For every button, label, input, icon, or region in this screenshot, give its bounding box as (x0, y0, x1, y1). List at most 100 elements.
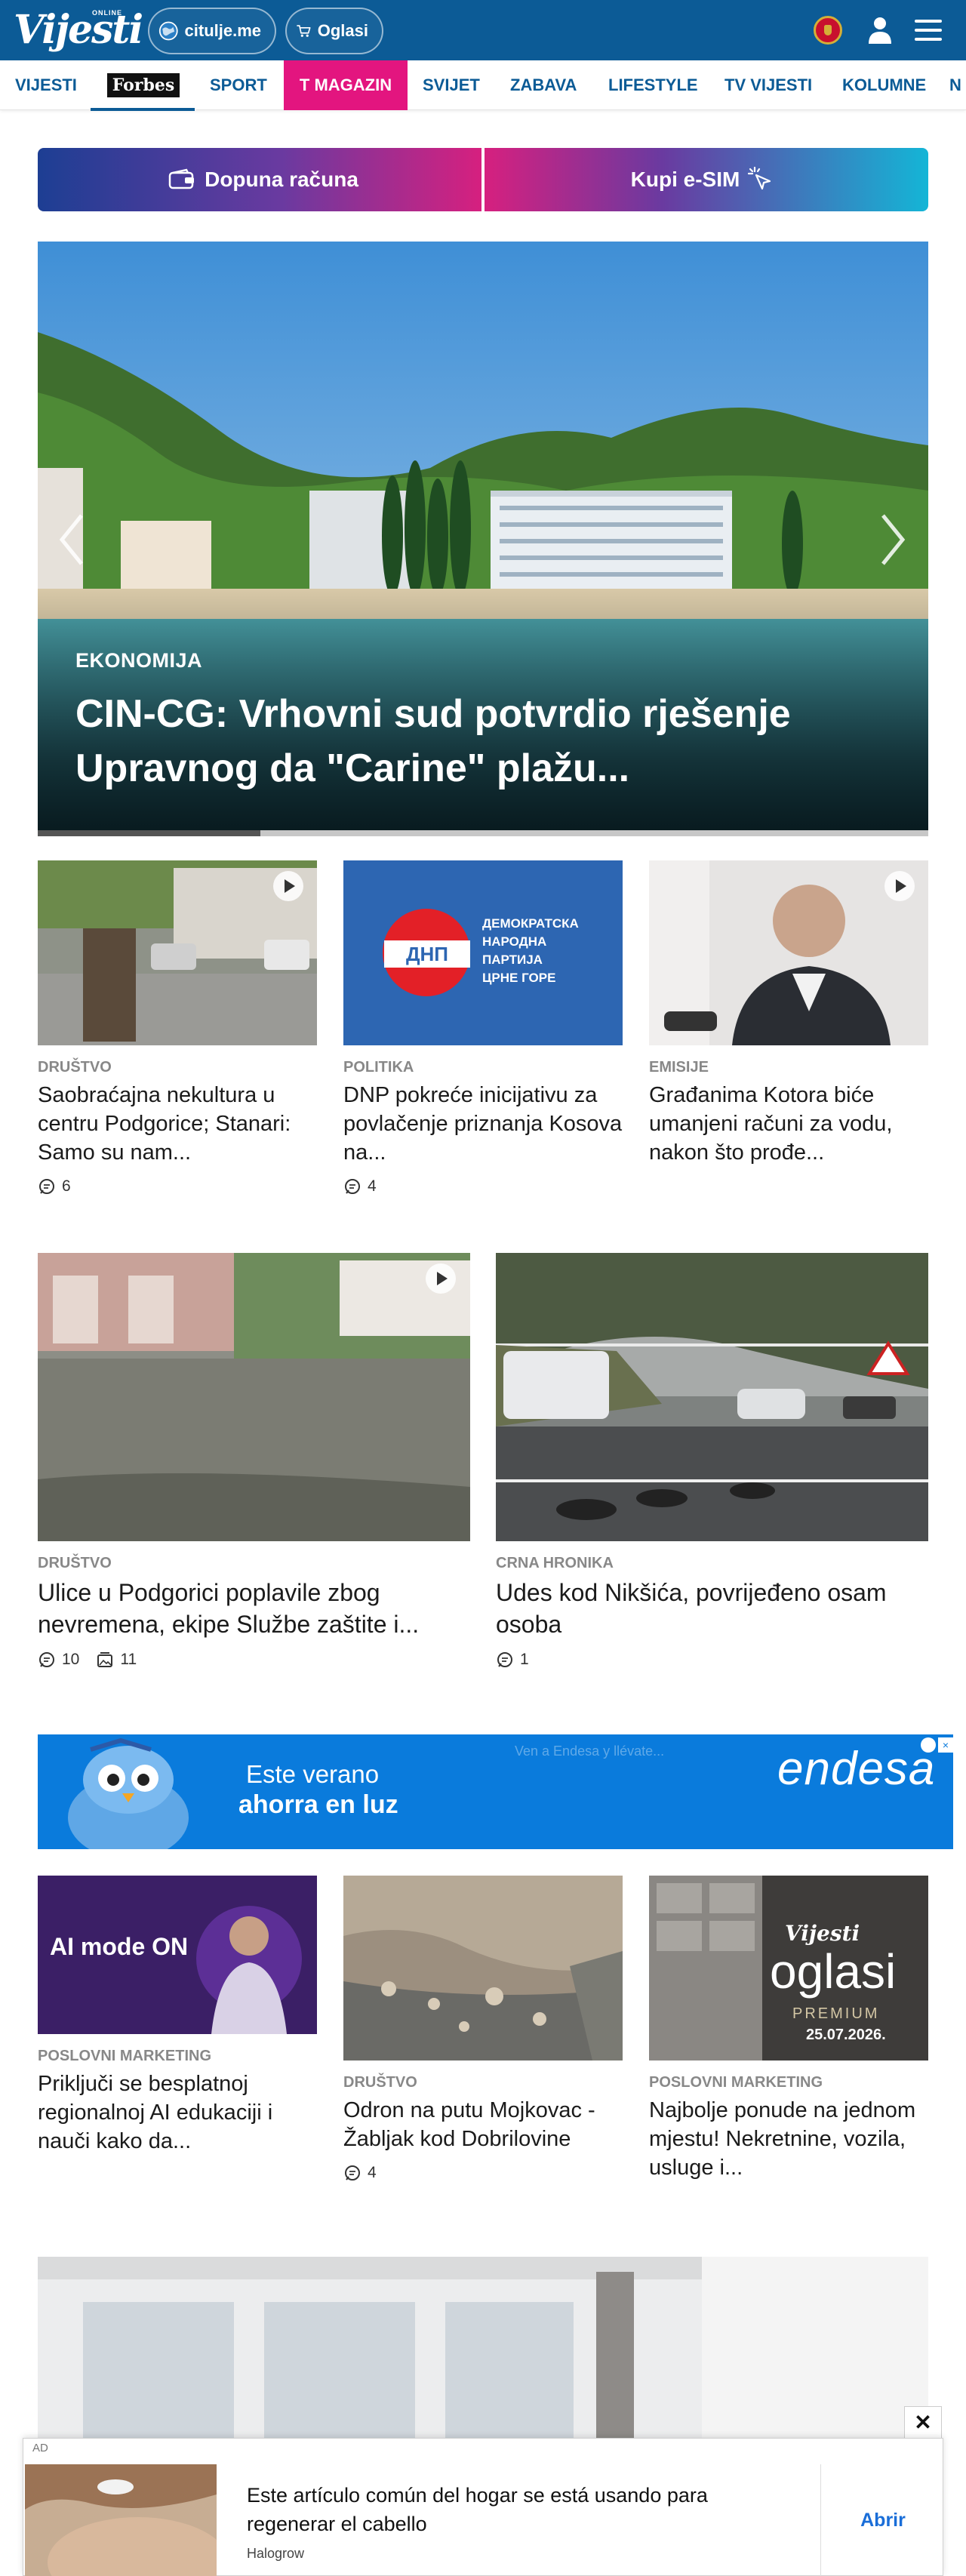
article-thumbnail (38, 1253, 470, 1541)
dnp-line: НАРОДНА (482, 934, 547, 949)
ad-small-text: Ven a Endesa y llévate... (515, 1743, 665, 1759)
article-title[interactable]: Udes kod Nikšića, povrijeđeno osam osoba (496, 1577, 928, 1640)
sticky-ad-close-button[interactable]: ✕ (904, 2406, 942, 2439)
article-thumbnail (649, 860, 928, 1045)
article-card[interactable]: AI mode ON POSLOVNI MARKETING Priključi … (38, 1876, 317, 2156)
article-title[interactable]: Ulice u Podgorici poplavile zbog nevreme… (38, 1577, 470, 1640)
hero-title[interactable]: CIN-CG: Vrhovni sud potvrdio rješenje Up… (75, 687, 875, 796)
nav-item-lifestyle[interactable]: LIFESTYLE (608, 60, 698, 110)
sticky-ad-image (25, 2464, 217, 2576)
nav-item-tv-vijesti[interactable]: TV VIJESTI (724, 60, 812, 110)
ad-close-icon[interactable]: × (938, 1737, 953, 1753)
nav-item-zabava[interactable]: ZABAVA (510, 60, 577, 110)
sticky-ad-text[interactable]: Este artículo común del hogar se está us… (247, 2481, 760, 2538)
video-play-icon (273, 871, 303, 901)
ad-subheadline: ahorra en luz (238, 1790, 398, 1819)
article-title[interactable]: Priključi se besplatnoj regionalnoj AI e… (38, 2070, 317, 2156)
article-category: POSLOVNI MARKETING (38, 2048, 212, 2064)
photo-count: 11 (120, 1651, 137, 1668)
flag-icon[interactable] (814, 16, 842, 45)
comment-icon (345, 2165, 360, 2181)
oglasi-date: 25.07.2026. (806, 2027, 886, 2043)
comment-icon (345, 1179, 360, 1194)
comment-count: 4 (368, 1177, 377, 1195)
comment-count: 6 (62, 1177, 71, 1195)
logo-text: Vijesti (14, 7, 143, 53)
topup-button[interactable]: Dopuna računa (38, 148, 481, 211)
site-logo[interactable]: ONLINE Vijesti (14, 6, 143, 54)
top-bar: ONLINE Vijesti citulje.me Oglasi (0, 0, 966, 60)
article-card[interactable]: DRUŠTVO Ulice u Podgorici poplavile zbog… (38, 1253, 470, 1669)
sticky-ad-brand: Halogrow (247, 2546, 305, 2561)
article-card[interactable]: Vijesti oglasi PREMIUM 25.07.2026. POSLO… (649, 1876, 928, 2182)
user-icon[interactable] (866, 15, 894, 45)
forbes-logo: Forbes (107, 73, 180, 97)
endesa-ad-banner[interactable]: Este verano ahorra en luz Ven a Endesa y… (38, 1734, 953, 1849)
article-category: DRUŠTVO (343, 2074, 417, 2091)
oglasi-label: Oglasi (317, 21, 368, 40)
ad-info-icon[interactable] (921, 1737, 936, 1753)
nav-item-sport[interactable]: SPORT (210, 60, 267, 110)
article-thumbnail: ДНП ДЕМОКРАТСКА НАРОДНА ПАРТИЈА ЦРНЕ ГОР… (343, 860, 623, 1045)
nav-item-svijet[interactable]: SVIJET (423, 60, 480, 110)
cursor-click-icon (748, 166, 771, 190)
nav-item-forbes[interactable]: Forbes (91, 60, 196, 111)
esim-button[interactable]: Kupi e-SIM (485, 148, 928, 211)
sticky-ad-open-button[interactable]: Abrir (823, 2464, 943, 2576)
nav-item-overflow[interactable]: N (949, 60, 961, 110)
article-meta: 1 (496, 1651, 928, 1669)
dnp-logo-text: ДНП (406, 943, 448, 965)
video-play-icon (426, 1263, 456, 1294)
nav-item-vijesti[interactable]: VIJESTI (15, 60, 77, 110)
dnp-line: ПАРТИЈА (482, 953, 543, 967)
chevron-right-icon[interactable] (874, 509, 912, 570)
hero-slider[interactable]: EKONOMIJA CIN-CG: Vrhovni sud potvrdio r… (38, 242, 928, 830)
article-title[interactable]: Odron na putu Mojkovac - Žabljak kod Dob… (343, 2096, 623, 2153)
oglasi-link[interactable]: Oglasi (285, 8, 383, 54)
main-nav: VIJESTI Forbes SPORT T MAGAZIN SVIJET ZA… (0, 60, 966, 111)
comment-count: 1 (520, 1651, 529, 1668)
citulje-link[interactable]: citulje.me (148, 8, 276, 54)
article-meta: 4 (343, 1177, 623, 1196)
article-thumbnail: Vijesti oglasi PREMIUM 25.07.2026. (649, 1876, 928, 2060)
logo-online-label: ONLINE (92, 9, 123, 17)
dnp-line: ЦРНЕ ГОРЕ (482, 971, 556, 985)
article-card[interactable]: CRNA HRONIKA Udes kod Nikšića, povrijeđe… (496, 1253, 928, 1669)
dnp-line: ДЕМОКРАТСКА (482, 916, 579, 931)
citulje-label: citulje.me (184, 21, 261, 40)
hero-category[interactable]: EKONOMIJA (75, 649, 202, 672)
article-card[interactable]: DRUŠTVO Saobraćajna nekultura u centru P… (38, 860, 317, 1196)
nav-item-t-magazin[interactable]: T MAGAZIN (284, 60, 408, 110)
article-thumbnail (343, 1876, 623, 2060)
oglasi-word: oglasi (770, 1944, 897, 1999)
ad-label: AD (32, 2442, 48, 2454)
article-title[interactable]: Najbolje ponude na jednom mjestu! Nekret… (649, 2096, 928, 2182)
article-meta: 4 (343, 2164, 623, 2182)
cart-icon (297, 25, 311, 37)
sticky-ad[interactable]: AD Este artículo común del hogar se está… (23, 2438, 943, 2576)
article-thumbnail (38, 860, 317, 1045)
article-category: DRUŠTVO (38, 1555, 112, 1571)
article-card[interactable]: EMISIJE Građanima Kotora biće umanjeni r… (649, 860, 928, 1167)
nav-item-kolumne[interactable]: KOLUMNE (842, 60, 926, 110)
chevron-left-icon[interactable] (53, 509, 91, 570)
menu-icon[interactable] (913, 18, 943, 42)
article-category: DRUŠTVO (38, 1059, 112, 1076)
divider (820, 2464, 821, 2576)
mascot-image (38, 1734, 211, 1849)
nav-active-indicator (91, 108, 195, 111)
comment-icon (39, 1652, 54, 1667)
topup-label: Dopuna računa (205, 168, 358, 191)
dnp-party-name: ДЕМОКРАТСКА НАРОДНА ПАРТИЈА ЦРНЕ ГОРЕ (482, 915, 579, 987)
comment-icon (39, 1179, 54, 1194)
ai-mode-text: AI mode ON (50, 1933, 189, 1960)
article-title[interactable]: DNP pokreće inicijativu za povlačenje pr… (343, 1081, 623, 1167)
article-title[interactable]: Građanima Kotora biće umanjeni računi za… (649, 1081, 928, 1167)
article-thumbnail: AI mode ON (38, 1876, 317, 2034)
article-card[interactable]: DRUŠTVO Odron na putu Mojkovac - Žabljak… (343, 1876, 623, 2182)
wallet-icon (168, 168, 195, 189)
ad-headline: Este verano (246, 1760, 380, 1788)
hero-progress-fill (38, 830, 260, 836)
article-card[interactable]: ДНП ДЕМОКРАТСКА НАРОДНА ПАРТИЈА ЦРНЕ ГОР… (343, 860, 623, 1196)
article-title[interactable]: Saobraćajna nekultura u centru Podgorice… (38, 1081, 317, 1167)
